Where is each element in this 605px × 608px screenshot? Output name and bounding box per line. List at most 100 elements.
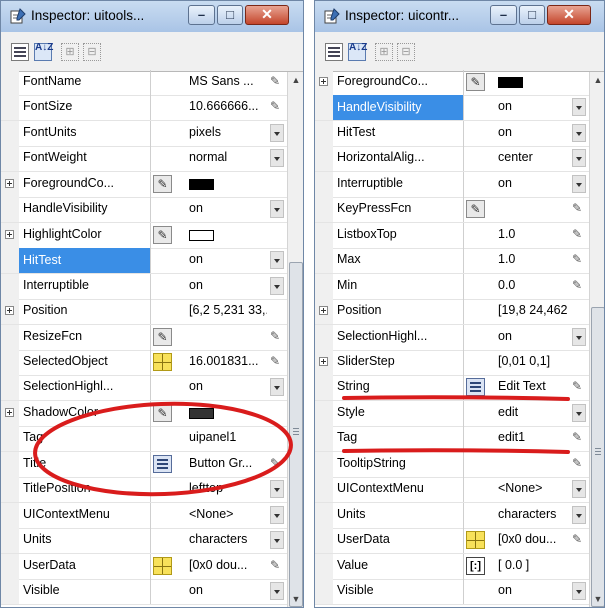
- dropdown-arrow-icon[interactable]: [270, 505, 284, 524]
- edit-pen-icon[interactable]: ✎: [153, 174, 172, 193]
- maximize-button[interactable]: □: [519, 5, 545, 25]
- alphabetical-sort-button[interactable]: A↓Z: [34, 43, 53, 61]
- property-value[interactable]: lefttop: [189, 481, 267, 495]
- collapse-all-icon[interactable]: ⊟: [83, 43, 101, 61]
- property-row-style[interactable]: Style edit: [315, 400, 589, 427]
- property-row-handlevisibility[interactable]: HandleVisibility on: [315, 95, 589, 122]
- minimize-button[interactable]: –: [490, 5, 517, 25]
- property-value[interactable]: pixels: [189, 125, 267, 139]
- scroll-down-arrow-icon[interactable]: ▼: [590, 591, 604, 607]
- property-value[interactable]: 16.001831...: [189, 354, 267, 368]
- dropdown-arrow-icon[interactable]: [270, 378, 284, 397]
- property-value[interactable]: uipanel1: [189, 430, 267, 444]
- property-row-fontsize[interactable]: FontSize 10.666666... ✎: [1, 95, 287, 122]
- dropdown-arrow-icon[interactable]: [270, 123, 284, 142]
- expand-all-icon[interactable]: ⊞: [375, 43, 393, 61]
- edit-pencil-icon[interactable]: ✎: [270, 558, 280, 572]
- property-row-interruptible[interactable]: Interruptible on: [1, 273, 287, 300]
- property-row-value[interactable]: Value [:] [ 0.0 ]: [315, 553, 589, 580]
- property-row-userdata[interactable]: UserData [0x0 dou... ✎: [315, 528, 589, 555]
- edit-pencil-icon[interactable]: ✎: [572, 252, 582, 266]
- numeric-array-icon[interactable]: [:]: [466, 556, 485, 575]
- property-value[interactable]: 0.0: [498, 278, 569, 292]
- property-value[interactable]: on: [498, 583, 569, 597]
- property-row-hittest[interactable]: HitTest on: [315, 120, 589, 147]
- property-row-hittest[interactable]: HitTest on: [1, 248, 287, 275]
- dropdown-arrow-icon[interactable]: [572, 480, 586, 499]
- dropdown-arrow-icon[interactable]: [572, 174, 586, 193]
- property-value[interactable]: Edit Text: [498, 379, 569, 393]
- property-row-highlightcolor[interactable]: HighlightColor ✎: [1, 222, 287, 249]
- text-editor-icon[interactable]: [153, 454, 172, 473]
- edit-pencil-icon[interactable]: ✎: [270, 354, 280, 368]
- property-row-tag[interactable]: Tag edit1 ✎: [315, 426, 589, 453]
- property-value[interactable]: [19,8 24,462 ...: [498, 303, 569, 317]
- property-value[interactable]: on: [498, 329, 569, 343]
- property-row-visible[interactable]: Visible on: [315, 579, 589, 605]
- property-value[interactable]: [0x0 dou...: [498, 532, 569, 546]
- dropdown-arrow-icon[interactable]: [270, 480, 284, 499]
- dropdown-arrow-icon[interactable]: [270, 149, 284, 168]
- property-value[interactable]: Button Gr...: [189, 456, 267, 470]
- edit-pen-icon[interactable]: ✎: [466, 73, 485, 91]
- vertical-scrollbar[interactable]: ▲ ▼: [287, 72, 303, 607]
- categorized-view-button[interactable]: [325, 43, 343, 61]
- edit-pencil-icon[interactable]: ✎: [572, 379, 582, 393]
- scroll-up-arrow-icon[interactable]: ▲: [590, 72, 604, 88]
- property-row-listboxtop[interactable]: ListboxTop 1.0 ✎: [315, 222, 589, 249]
- color-swatch[interactable]: [189, 407, 214, 419]
- edit-pencil-icon[interactable]: ✎: [270, 74, 280, 88]
- minimize-button[interactable]: –: [188, 5, 215, 25]
- edit-pen-icon[interactable]: ✎: [466, 200, 485, 219]
- property-row-uicontextmenu[interactable]: UIContextMenu <None>: [1, 502, 287, 529]
- property-row-keypressfcn[interactable]: KeyPressFcn ✎ ✎: [315, 197, 589, 224]
- scroll-thumb[interactable]: [591, 307, 604, 607]
- property-value[interactable]: on: [498, 176, 569, 190]
- matrix-grid-icon[interactable]: [153, 556, 172, 575]
- dropdown-arrow-icon[interactable]: [270, 582, 284, 600]
- property-value[interactable]: 10.666666...: [189, 99, 267, 113]
- property-value[interactable]: edit1: [498, 430, 569, 444]
- property-value[interactable]: characters: [189, 532, 267, 546]
- dropdown-arrow-icon[interactable]: [270, 531, 284, 550]
- expand-icon[interactable]: [5, 306, 14, 316]
- dropdown-arrow-icon[interactable]: [270, 200, 284, 219]
- property-value[interactable]: on: [189, 201, 267, 215]
- collapse-all-icon[interactable]: ⊟: [397, 43, 415, 61]
- property-row-units[interactable]: Units characters: [1, 528, 287, 555]
- title-bar[interactable]: Inspector: uicontr... – □ ✕: [315, 1, 604, 33]
- edit-pencil-icon[interactable]: ✎: [572, 532, 582, 546]
- property-value[interactable]: 1.0: [498, 252, 569, 266]
- edit-pencil-icon[interactable]: ✎: [270, 456, 280, 470]
- expand-icon[interactable]: [319, 77, 328, 86]
- title-bar[interactable]: Inspector: uitools... – □ ✕: [1, 1, 303, 33]
- scroll-down-arrow-icon[interactable]: ▼: [288, 591, 303, 607]
- close-button[interactable]: ✕: [547, 5, 591, 25]
- property-value[interactable]: [0x0 dou...: [189, 558, 267, 572]
- dropdown-arrow-icon[interactable]: [270, 276, 284, 295]
- property-value[interactable]: <None>: [498, 481, 569, 495]
- property-value[interactable]: on: [498, 125, 569, 139]
- property-value[interactable]: on: [498, 99, 569, 113]
- property-row-shadowcolor[interactable]: ShadowColor ✎: [1, 400, 287, 427]
- property-row-fontunits[interactable]: FontUnits pixels: [1, 120, 287, 147]
- property-value[interactable]: normal: [189, 150, 267, 164]
- property-row-selectionhighl[interactable]: SelectionHighl... on: [1, 375, 287, 402]
- property-row-uicontextmenu[interactable]: UIContextMenu <None>: [315, 477, 589, 504]
- property-row-titleposition[interactable]: TitlePosition lefttop: [1, 477, 287, 504]
- property-row-horizontalalig[interactable]: HorizontalAlig... center: [315, 146, 589, 173]
- dropdown-arrow-icon[interactable]: [572, 123, 586, 142]
- property-value[interactable]: [ 0.0 ]: [498, 558, 569, 572]
- property-row-userdata[interactable]: UserData [0x0 dou... ✎: [1, 553, 287, 580]
- edit-pen-icon[interactable]: ✎: [153, 225, 172, 244]
- dropdown-arrow-icon[interactable]: [572, 149, 586, 168]
- dropdown-arrow-icon[interactable]: [572, 327, 586, 346]
- property-row-tooltipstring[interactable]: TooltipString ✎: [315, 451, 589, 478]
- expand-icon[interactable]: [5, 178, 14, 188]
- property-row-sliderstep[interactable]: SliderStep [0,01 0,1]: [315, 349, 589, 376]
- property-row-foregroundco[interactable]: ForegroundCo... ✎: [1, 171, 287, 198]
- property-value[interactable]: on: [189, 583, 267, 597]
- property-row-handlevisibility[interactable]: HandleVisibility on: [1, 197, 287, 224]
- property-row-tag[interactable]: Tag uipanel1: [1, 426, 287, 453]
- property-value[interactable]: [6,2 5,231 33,...: [189, 303, 267, 317]
